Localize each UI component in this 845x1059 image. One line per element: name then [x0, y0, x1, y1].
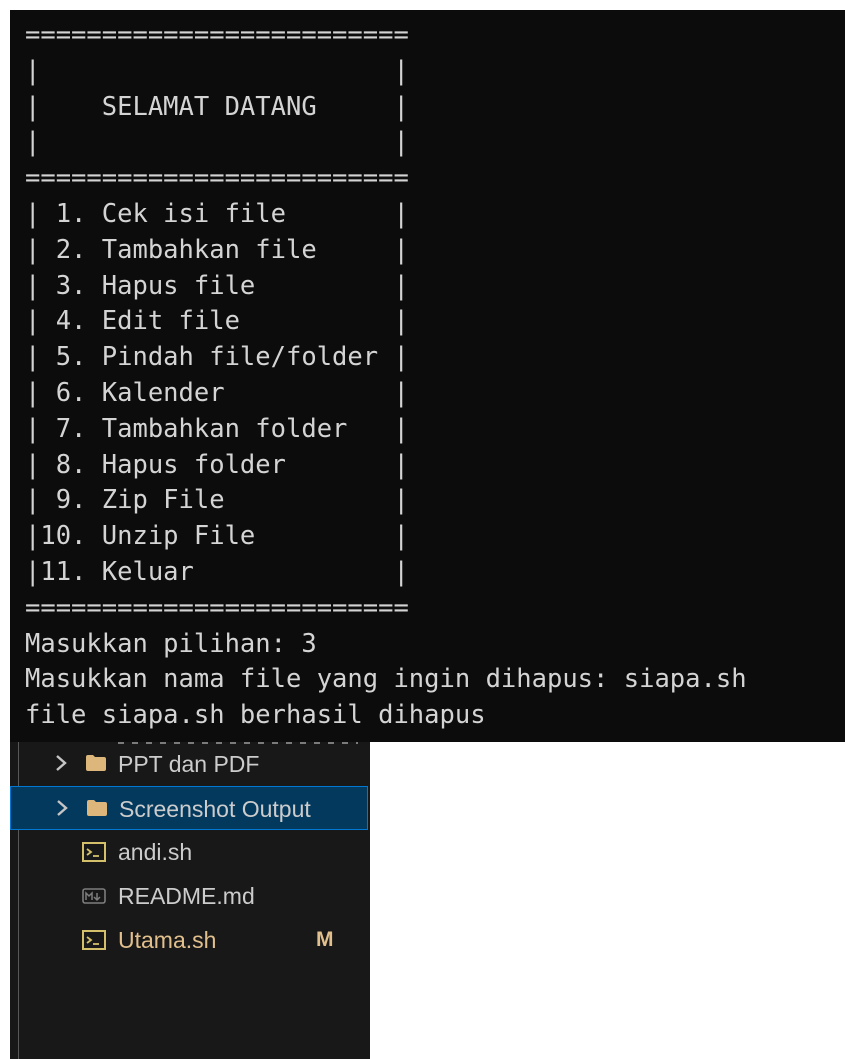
file-explorer: PPT dan PDF Screenshot Output andi.sh RE… — [10, 742, 370, 1059]
terminal-line: |10. Unzip File | — [25, 521, 409, 552]
terminal-result-line: file siapa.sh berhasil dihapus — [25, 700, 486, 731]
tree-item-label: Utama.sh — [118, 927, 217, 953]
terminal-file-icon — [82, 930, 106, 950]
terminal-file-icon — [82, 842, 106, 862]
terminal-line: ========================= — [25, 163, 409, 194]
tree-item-screenshot-output[interactable]: Screenshot Output — [10, 786, 368, 830]
tree-item-ppt-dan-pdf[interactable]: PPT dan PDF — [10, 742, 368, 786]
terminal-line: |11. Keluar | — [25, 556, 409, 587]
chevron-right-icon[interactable] — [53, 798, 71, 818]
tree-item-label: README.md — [118, 883, 255, 909]
terminal-line: | 8. Hapus folder | — [25, 449, 409, 480]
terminal-panel[interactable]: ========================= | | | SELAMAT DA… — [10, 10, 845, 742]
tree-item-label: Screenshot Output — [119, 796, 311, 822]
terminal-line: | 9. Zip File | — [25, 485, 409, 516]
terminal-output: ========================= | | | SELAMAT DA… — [25, 18, 747, 734]
terminal-line: | 1. Cek isi file | — [25, 198, 409, 229]
terminal-prompt-line: Masukkan pilihan: 3 — [25, 628, 317, 659]
clipped-heading — [0, 0, 845, 10]
terminal-line: | 5. Pindah file/folder | — [25, 342, 409, 373]
terminal-line: | 4. Edit file | — [25, 306, 409, 337]
terminal-line: | | — [25, 55, 409, 86]
terminal-line: | 6. Kalender | — [25, 377, 409, 408]
terminal-line: | 2. Tambahkan file | — [25, 234, 409, 265]
terminal-line: | SELAMAT DATANG | — [25, 91, 409, 122]
tree-item-readme-md[interactable]: README.md — [10, 874, 368, 918]
blank-area — [370, 742, 845, 1059]
tree-item-label: PPT dan PDF — [118, 751, 260, 777]
folder-icon — [86, 755, 106, 771]
chevron-right-icon[interactable] — [52, 753, 70, 773]
terminal-prompt-line: Masukkan nama file yang ingin dihapus: s… — [25, 664, 747, 695]
terminal-line: | 7. Tambahkan folder | — [25, 413, 409, 444]
tree-item-label: andi.sh — [118, 839, 193, 865]
folder-icon — [87, 800, 107, 816]
terminal-line: ========================= — [25, 592, 409, 623]
terminal-line: | | — [25, 127, 409, 158]
terminal-line: | 3. Hapus file | — [25, 270, 409, 301]
terminal-line: ========================= — [25, 20, 409, 50]
markdown-file-icon — [82, 888, 106, 904]
tree-item-andi-sh[interactable]: andi.sh — [10, 830, 368, 874]
tree-item-utama-sh[interactable]: Utama.sh M — [10, 918, 368, 962]
modified-badge: M — [316, 928, 334, 951]
